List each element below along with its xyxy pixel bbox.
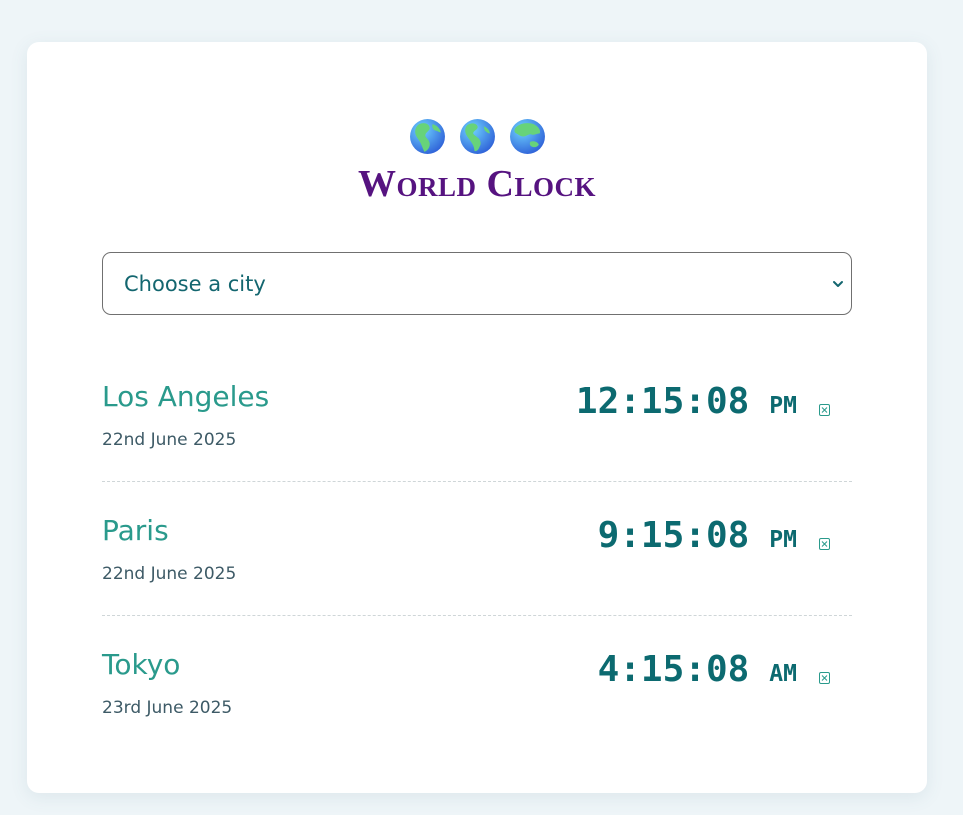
city-date: 22nd June 2025 [102,430,237,450]
remove-city-button[interactable] [819,404,830,416]
city-date: 22nd June 2025 [102,564,237,584]
city-date: 23rd June 2025 [102,698,233,718]
time-ampm: PM [769,527,797,553]
time-ampm: AM [769,661,797,687]
city-name: Tokyo [102,648,181,681]
clock-row: Los Angeles 22nd June 2025 12:15:08 PM [102,348,852,482]
globe-icons [27,118,927,156]
time-ampm: PM [769,393,797,419]
time-value: 9:15:08 [597,515,750,556]
world-clock-card: World Clock Choose a city Los Angeles 22… [27,42,927,793]
time-display: 4:15:08 AM [598,649,797,690]
time-display: 12:15:08 PM [576,381,797,422]
close-box-icon [821,541,828,547]
chevron-down-icon [833,281,843,287]
city-name: Paris [102,514,169,547]
globe-americas-icon [459,119,495,154]
time-value: 4:15:08 [597,649,750,690]
remove-city-button[interactable] [819,538,830,550]
clock-row: Paris 22nd June 2025 9:15:08 PM [102,482,852,616]
globe-europe-africa-icon [409,119,445,154]
city-select-value: Choose a city [124,271,266,296]
city-name: Los Angeles [102,380,270,413]
close-box-icon [821,675,828,681]
clock-list: Los Angeles 22nd June 2025 12:15:08 PM P… [102,348,852,750]
page-title: World Clock [358,163,596,205]
close-box-icon [821,407,828,413]
time-value: 12:15:08 [575,381,750,422]
remove-city-button[interactable] [819,672,830,684]
city-select[interactable]: Choose a city [102,252,852,315]
header: World Clock [27,118,927,204]
globe-asia-australia-icon [509,119,545,154]
time-display: 9:15:08 PM [598,515,797,556]
clock-row: Tokyo 23rd June 2025 4:15:08 AM [102,616,852,750]
